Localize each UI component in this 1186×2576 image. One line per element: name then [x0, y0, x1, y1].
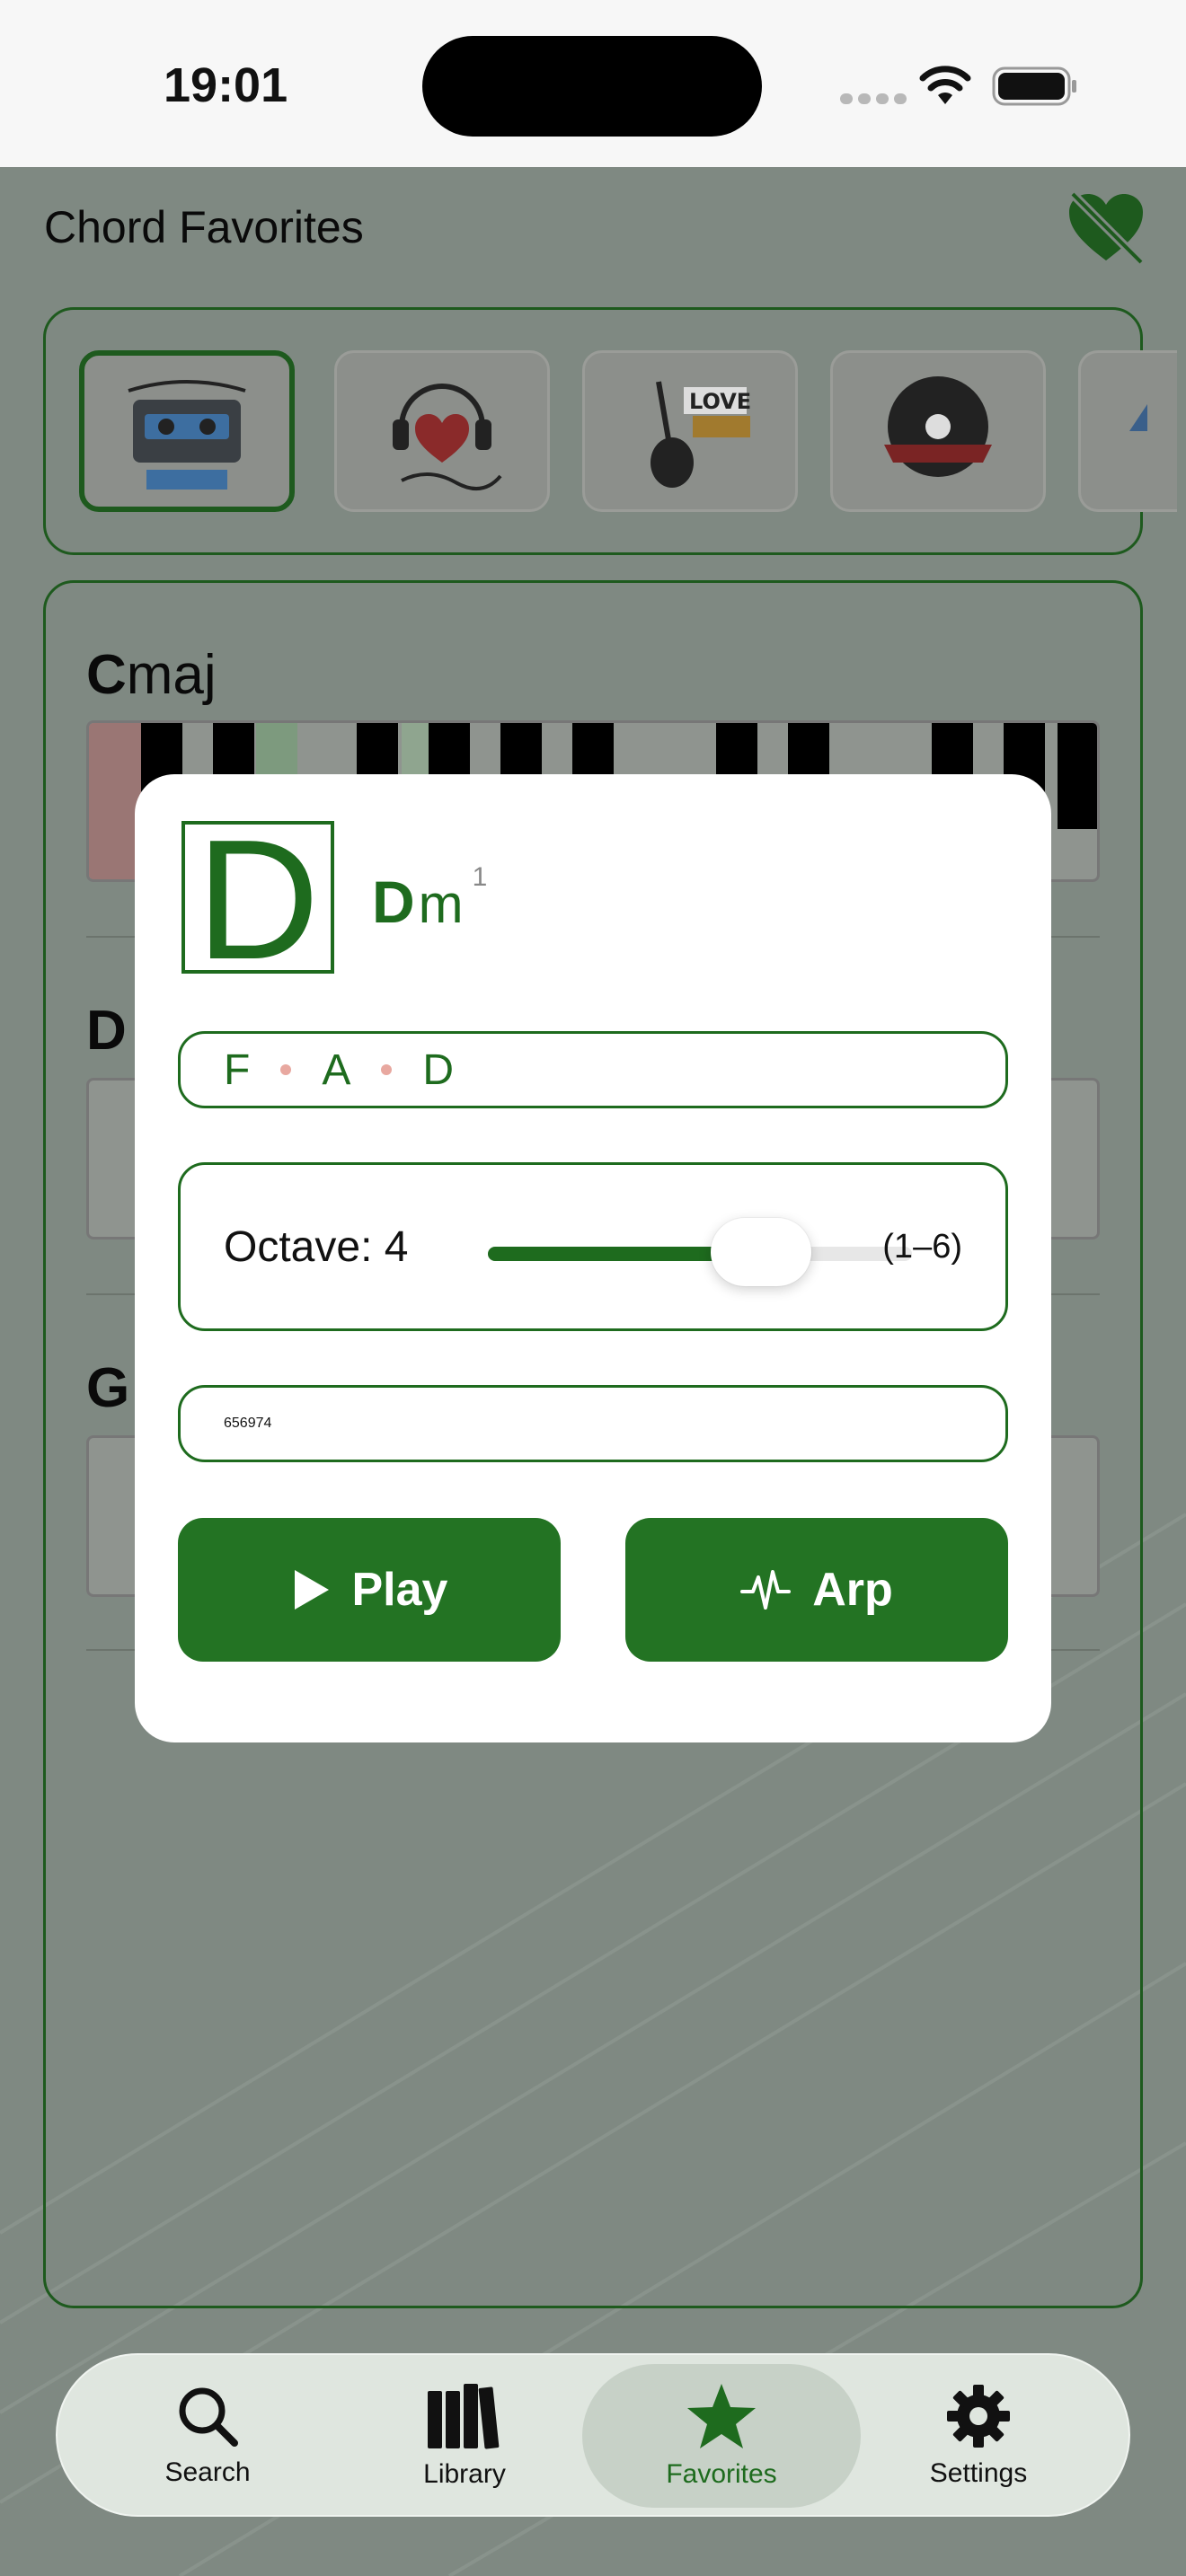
svg-text:LOVE: LOVE	[689, 389, 751, 414]
midi-number: 69	[239, 1416, 256, 1431]
sticker-love-music-headphones[interactable]	[334, 350, 550, 512]
inversion-number: 1	[472, 862, 488, 892]
root-letter-box: D	[181, 815, 334, 985]
arp-button[interactable]: Arp	[625, 1518, 1008, 1662]
waveform-icon	[740, 1570, 792, 1610]
octave-control: Octave: 4 (1–6)	[178, 1162, 1008, 1331]
chord-row-label[interactable]: G	[86, 1356, 129, 1420]
vinyl-record-sticker-icon	[884, 376, 992, 477]
status-bar: 19:01	[0, 0, 1186, 167]
tab-search[interactable]: Search	[68, 2364, 347, 2508]
dynamic-island	[422, 36, 762, 137]
midi-number: 74	[255, 1416, 272, 1431]
chord-notes: F A D	[178, 1031, 1008, 1108]
note: A	[322, 1045, 351, 1094]
star-icon	[687, 2384, 756, 2448]
love-partial-sticker-icon	[1128, 404, 1147, 431]
tab-bar: Search Library Favorites Settings	[56, 2353, 1130, 2517]
heart-slash-icon[interactable]	[1066, 190, 1146, 266]
chord-row-label[interactable]: Cmaj	[86, 643, 217, 707]
cassette-sticker-icon	[128, 380, 246, 490]
root-letter: D	[196, 805, 320, 995]
midi-numbers: 65 69 74	[178, 1385, 1008, 1462]
chord-name: Dm 1	[372, 862, 488, 935]
play-icon	[294, 1570, 329, 1610]
play-button[interactable]: Play	[178, 1518, 561, 1662]
heart-headphones-sticker-icon	[393, 384, 502, 490]
tab-library[interactable]: Library	[325, 2364, 604, 2508]
library-icon	[428, 2384, 500, 2449]
wifi-icon	[919, 66, 971, 104]
cellular-signal-icon	[840, 93, 907, 104]
sticker-love-partial[interactable]	[1078, 350, 1177, 512]
sticker-relax-vinyl[interactable]	[830, 350, 1046, 512]
note: D	[422, 1045, 455, 1094]
chord-detail-modal: D Dm 1 F A D Octave: 4 (1–6) 65 69 74 Pla…	[135, 774, 1051, 1742]
search-icon	[179, 2387, 238, 2447]
note-separator-dot	[381, 1064, 393, 1075]
octave-range: (1–6)	[882, 1228, 962, 1266]
gear-icon	[947, 2385, 1010, 2448]
guitar-sticker-icon: LOVE	[651, 381, 751, 488]
status-time: 19:01	[164, 58, 288, 112]
octave-label: Octave: 4	[224, 1222, 409, 1271]
note: F	[224, 1045, 251, 1094]
note-separator-dot	[280, 1064, 292, 1075]
sticker-music-makes-better[interactable]	[79, 350, 295, 512]
tab-favorites[interactable]: Favorites	[582, 2364, 861, 2508]
octave-slider-thumb[interactable]	[711, 1218, 811, 1286]
chord-row-label[interactable]: D	[86, 999, 127, 1063]
sticker-love-music-guitar[interactable]: LOVE	[582, 350, 798, 512]
midi-number: 65	[224, 1416, 240, 1431]
battery-icon	[992, 66, 1076, 106]
tab-settings[interactable]: Settings	[839, 2364, 1118, 2508]
page-title: Chord Favorites	[44, 202, 364, 252]
octave-slider[interactable]	[488, 1218, 912, 1286]
